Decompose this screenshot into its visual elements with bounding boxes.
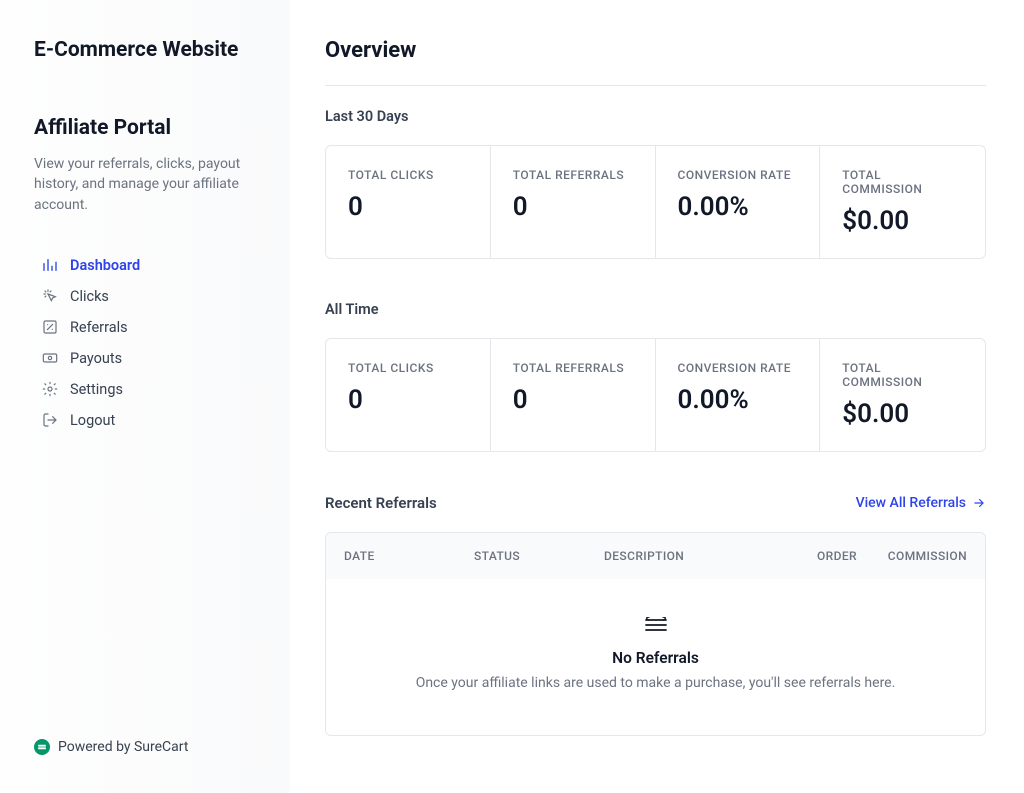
sidebar-footer: Powered by SureCart: [34, 739, 256, 755]
nav-item-dashboard[interactable]: Dashboard: [34, 251, 256, 280]
empty-title: No Referrals: [346, 649, 965, 667]
stat-total-clicks: TOTAL CLICKS 0: [326, 146, 491, 258]
stat-conversion-rate: CONVERSION RATE 0.00%: [656, 146, 821, 258]
referrals-table: DATE STATUS DESCRIPTION ORDER COMMISSION…: [325, 532, 986, 736]
last30-heading: Last 30 Days: [325, 108, 986, 125]
referrals-header: Recent Referrals View All Referrals: [325, 494, 986, 512]
stat-value: 0: [513, 192, 633, 222]
powered-by-text: Powered by SureCart: [58, 739, 188, 755]
stat-label: CONVERSION RATE: [678, 361, 798, 375]
alltime-stats: TOTAL CLICKS 0 TOTAL REFERRALS 0 CONVERS…: [325, 338, 986, 452]
nav-label: Settings: [70, 381, 123, 398]
col-description: DESCRIPTION: [604, 549, 757, 563]
table-header: DATE STATUS DESCRIPTION ORDER COMMISSION: [326, 533, 985, 579]
cursor-click-icon: [42, 288, 58, 304]
arrow-right-icon: [972, 496, 986, 510]
sidebar: E-Commerce Website Affiliate Portal View…: [0, 0, 290, 793]
stat-total-referrals: TOTAL REFERRALS 0: [491, 146, 656, 258]
gear-icon: [42, 381, 58, 397]
stat-label: CONVERSION RATE: [678, 168, 798, 182]
stat-value: $0.00: [842, 206, 963, 236]
col-date: DATE: [344, 549, 474, 563]
page-title: Overview: [325, 38, 986, 86]
empty-state: No Referrals Once your affiliate links a…: [326, 579, 985, 735]
nav-item-logout[interactable]: Logout: [34, 406, 256, 435]
percent-icon: [42, 319, 58, 335]
view-all-label: View All Referrals: [856, 495, 966, 511]
referrals-heading: Recent Referrals: [325, 494, 437, 512]
stat-total-commission: TOTAL COMMISSION $0.00: [820, 146, 985, 258]
nav-label: Referrals: [70, 319, 128, 336]
stat-total-clicks: TOTAL CLICKS 0: [326, 339, 491, 451]
stat-total-referrals: TOTAL REFERRALS 0: [491, 339, 656, 451]
bar-chart-icon: [42, 257, 58, 273]
nav-label: Logout: [70, 412, 115, 429]
money-icon: [42, 350, 58, 366]
nav-item-referrals[interactable]: Referrals: [34, 313, 256, 342]
alltime-heading: All Time: [325, 301, 986, 318]
surecart-logo-icon: [34, 739, 50, 755]
nav-label: Payouts: [70, 350, 122, 367]
nav-label: Clicks: [70, 288, 109, 305]
nav-item-clicks[interactable]: Clicks: [34, 282, 256, 311]
main-content: Overview Last 30 Days TOTAL CLICKS 0 TOT…: [290, 0, 1024, 793]
col-commission: COMMISSION: [857, 549, 967, 563]
portal-description: View your referrals, clicks, payout hist…: [34, 154, 256, 215]
stat-label: TOTAL CLICKS: [348, 168, 468, 182]
stat-value: 0.00%: [678, 385, 798, 415]
stat-value: 0: [348, 385, 468, 415]
portal-title: Affiliate Portal: [34, 116, 256, 140]
stat-label: TOTAL REFERRALS: [513, 361, 633, 375]
stat-label: TOTAL COMMISSION: [842, 168, 963, 196]
last30-stats: TOTAL CLICKS 0 TOTAL REFERRALS 0 CONVERS…: [325, 145, 986, 259]
stat-total-commission: TOTAL COMMISSION $0.00: [820, 339, 985, 451]
stat-label: TOTAL REFERRALS: [513, 168, 633, 182]
stat-value: 0.00%: [678, 192, 798, 222]
nav-item-settings[interactable]: Settings: [34, 375, 256, 404]
stat-value: 0: [348, 192, 468, 222]
site-title: E-Commerce Website: [34, 38, 256, 62]
nav-item-payouts[interactable]: Payouts: [34, 344, 256, 373]
empty-list-icon: [346, 617, 965, 637]
nav-label: Dashboard: [70, 257, 140, 274]
empty-description: Once your affiliate links are used to ma…: [346, 675, 965, 691]
stat-value: $0.00: [842, 399, 963, 429]
col-status: STATUS: [474, 549, 604, 563]
stat-value: 0: [513, 385, 633, 415]
sidebar-nav: Dashboard Clicks Referrals Payouts Setti…: [34, 251, 256, 435]
col-order: ORDER: [757, 549, 857, 563]
stat-label: TOTAL COMMISSION: [842, 361, 963, 389]
stat-conversion-rate: CONVERSION RATE 0.00%: [656, 339, 821, 451]
stat-label: TOTAL CLICKS: [348, 361, 468, 375]
logout-icon: [42, 412, 58, 428]
view-all-referrals-link[interactable]: View All Referrals: [856, 495, 986, 511]
